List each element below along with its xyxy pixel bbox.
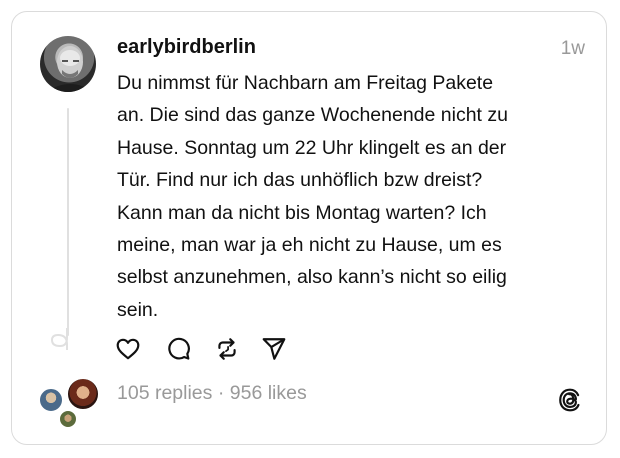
participant-avatar [38,387,64,413]
heart-icon [116,338,140,360]
repost-icon [218,338,236,360]
reply-participants[interactable] [38,377,100,429]
thread-line [67,108,69,336]
threads-logo-icon[interactable] [557,387,583,413]
post-timestamp[interactable]: 1w [561,38,585,60]
stats-separator: · [212,382,230,404]
reply-button[interactable] [165,336,191,362]
share-button[interactable] [261,336,287,362]
participant-avatar [66,377,100,411]
replies-count[interactable]: 105 replies [117,382,212,404]
like-button[interactable] [115,336,141,362]
repost-button[interactable] [214,336,240,362]
author-avatar[interactable] [40,36,96,92]
thread-loop-icon [50,328,68,350]
post-stats: 105 replies · 956 likes [117,382,307,405]
post-text: Du nimmst für Nachbarn am Freitag Pakete… [117,72,508,321]
author-username[interactable]: earlybirdberlin [117,36,256,59]
participant-avatar [58,409,78,429]
comment-icon [168,337,190,360]
share-icon [262,338,286,360]
likes-count[interactable]: 956 likes [230,382,307,404]
